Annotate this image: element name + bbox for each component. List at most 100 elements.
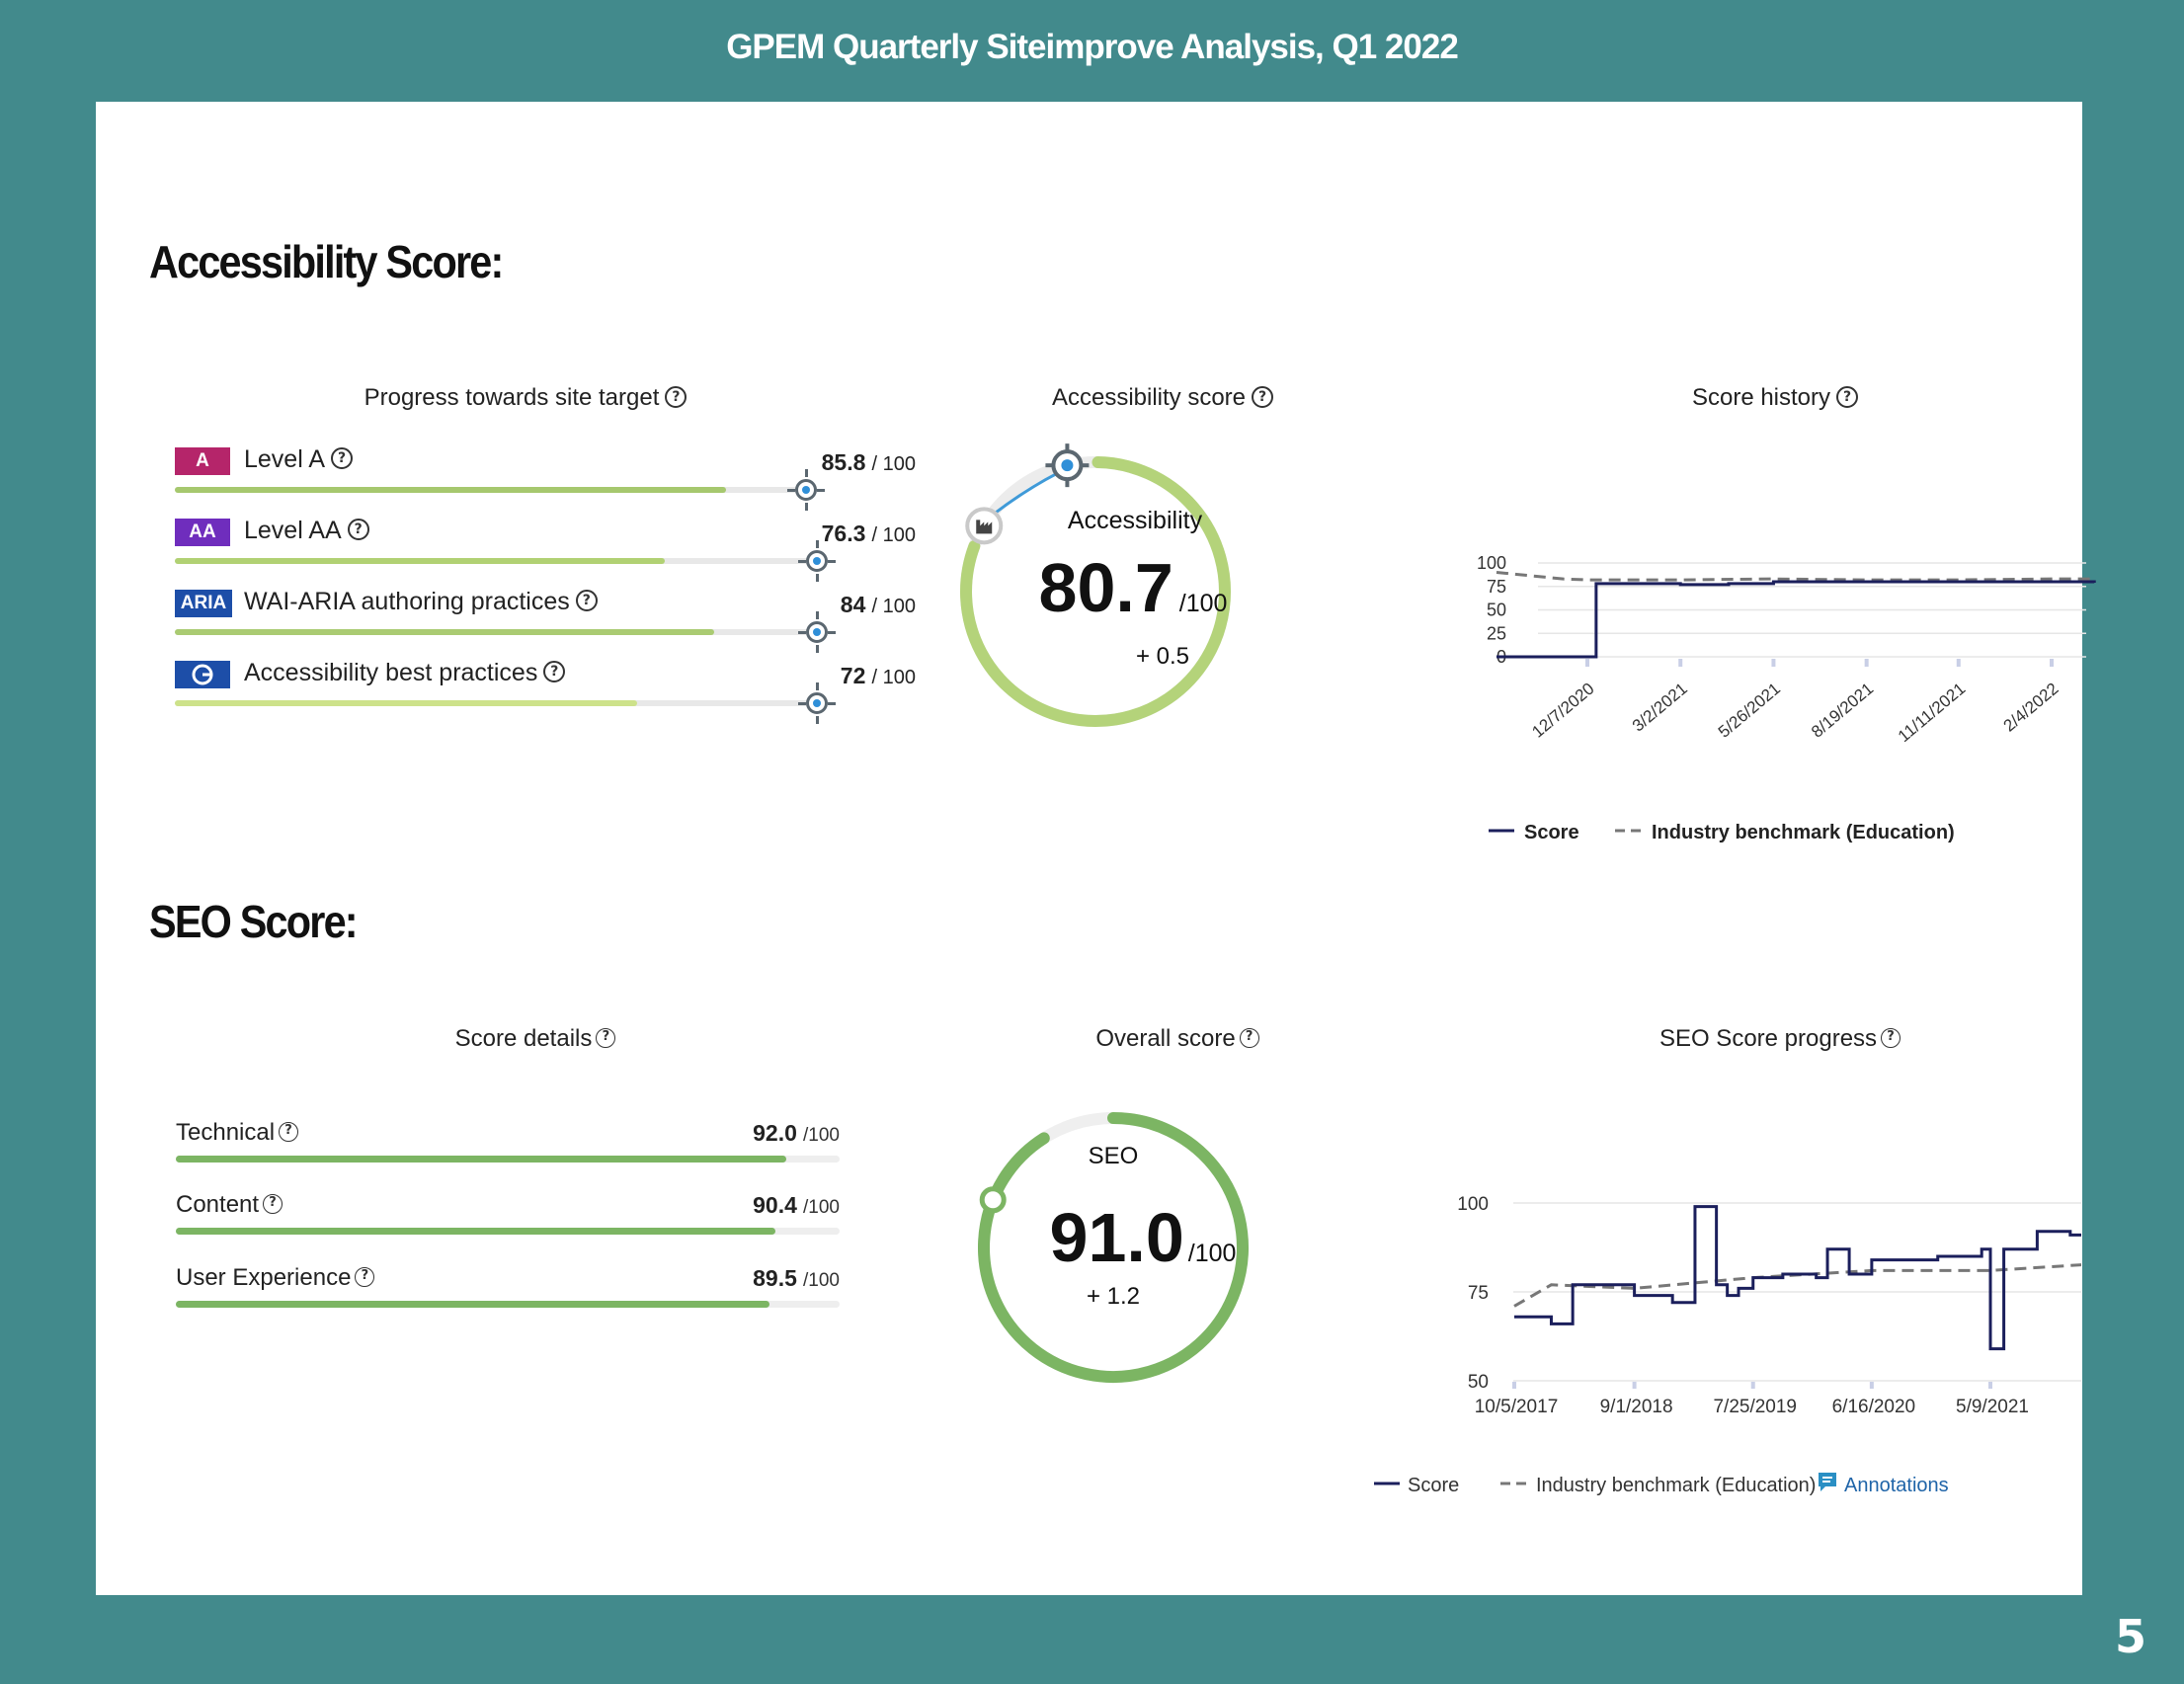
help-icon[interactable]: ? xyxy=(575,590,598,612)
progress-track xyxy=(175,700,817,706)
accessibility-section-title: Accessibility Score: xyxy=(149,236,504,287)
target-crosshair xyxy=(815,682,819,690)
y-tick-label: 75 xyxy=(1487,577,1506,597)
target-crosshair xyxy=(828,701,836,705)
seo-progress-legend: Score Industry benchmark (Education) Ann… xyxy=(1374,1473,1949,1496)
progress-label-text: Level A xyxy=(244,445,326,473)
score-line xyxy=(1496,580,2096,659)
x-tick-label: 2/4/2022 xyxy=(2000,680,2063,736)
help-icon[interactable]: ? xyxy=(279,1121,299,1142)
overall-score-title-text: Overall score xyxy=(1095,1025,1236,1052)
accessibility-score-value: 80.7 xyxy=(1038,549,1173,626)
progress-label: Accessibility best practices? xyxy=(244,659,566,687)
help-icon[interactable]: ? xyxy=(543,661,566,683)
help-icon[interactable]: ? xyxy=(263,1193,283,1214)
seo-progress-chart: 100 75 50 10/5/2017 9/1/2018 7/25/2019 6/16/2… xyxy=(1374,1194,2081,1496)
target-marker-icon xyxy=(1045,443,1090,488)
x-tick-label: 12/7/2020 xyxy=(1528,680,1597,742)
annotations-icon[interactable] xyxy=(1819,1473,1836,1491)
progress-score: 85.8 xyxy=(821,449,866,475)
help-icon[interactable]: ? xyxy=(1239,1027,1259,1048)
progress-label-text: Level AA xyxy=(244,517,342,544)
y-tick-label: 75 xyxy=(1468,1283,1489,1304)
x-tick-label: 5/9/2021 xyxy=(1956,1397,2029,1417)
y-tick-label: 25 xyxy=(1487,623,1506,643)
x-tick-label: 3/2/2021 xyxy=(1629,680,1691,736)
legend-score[interactable]: Score xyxy=(1524,822,1579,843)
target-marker-icon xyxy=(795,479,817,501)
help-icon[interactable]: ? xyxy=(1836,385,1859,408)
progress-score: 72 xyxy=(840,663,866,688)
seo-detail-score: 90.4 xyxy=(753,1192,797,1218)
progress-title-text: Progress towards site target xyxy=(364,384,660,411)
progress-out-of: / 100 xyxy=(871,667,916,688)
progress-out-of: / 100 xyxy=(871,524,916,546)
progress-label-text: Accessibility best practices xyxy=(244,659,538,686)
help-icon[interactable]: ? xyxy=(355,1266,375,1287)
x-tick-label: 10/5/2017 xyxy=(1475,1397,1559,1417)
target-crosshair xyxy=(798,701,806,705)
seo-detail-value: 92.0 /100 xyxy=(753,1120,840,1147)
target-marker-icon xyxy=(806,692,828,714)
x-tick-label: 6/16/2020 xyxy=(1832,1397,1916,1417)
seo-detail-score: 89.5 xyxy=(753,1265,797,1291)
help-icon[interactable]: ? xyxy=(665,385,688,408)
progress-label: WAI-ARIA authoring practices? xyxy=(244,588,598,616)
progress-card-title: Progress towards site target? xyxy=(224,384,827,412)
x-tick-label: 11/11/2021 xyxy=(1895,680,1969,747)
x-tick-label: 9/1/2018 xyxy=(1600,1397,1673,1417)
progress-out-of: / 100 xyxy=(871,453,916,475)
x-tick-label: 7/25/2019 xyxy=(1713,1397,1797,1417)
score-details-title-text: Score details xyxy=(454,1025,593,1052)
help-icon[interactable]: ? xyxy=(1881,1027,1901,1048)
seo-detail-label: User Experience? xyxy=(176,1264,375,1292)
seo-detail-out-of: /100 xyxy=(803,1125,840,1146)
progress-label-text: WAI-ARIA authoring practices xyxy=(244,588,570,615)
legend-benchmark[interactable]: Industry benchmark (Education) xyxy=(1652,822,1955,843)
score-history-title-text: Score history xyxy=(1691,384,1831,411)
seo-detail-track xyxy=(176,1156,840,1163)
accessibility-score-out-of: /100 xyxy=(1178,590,1228,617)
seo-detail-fill xyxy=(176,1156,787,1163)
target-marker-icon xyxy=(806,621,828,643)
overall-score-title: Overall score? xyxy=(985,1025,1370,1053)
siteimprove-logo-icon xyxy=(175,661,230,688)
progress-score: 76.3 xyxy=(821,521,866,546)
y-tick-label: 100 xyxy=(1457,1194,1489,1215)
score-line xyxy=(1514,1205,2081,1351)
accessibility-gauge-title-text: Accessibility score xyxy=(1051,384,1247,411)
progress-value: 72 / 100 xyxy=(619,663,916,689)
page-title: GPEM Quarterly Siteimprove Analysis, Q1 … xyxy=(726,28,1459,66)
progress-value: 85.8 / 100 xyxy=(619,449,916,476)
help-icon[interactable]: ? xyxy=(347,519,369,541)
seo-detail-label-text: Content xyxy=(176,1191,260,1218)
help-icon[interactable]: ? xyxy=(596,1027,616,1048)
legend-score[interactable]: Score xyxy=(1408,1475,1459,1496)
help-icon[interactable]: ? xyxy=(331,447,354,470)
seo-score-value: 91.0 xyxy=(1049,1199,1184,1276)
seo-detail-label: Content? xyxy=(176,1191,283,1219)
annotations-link[interactable]: Annotations xyxy=(1844,1475,1949,1496)
seo-score-change: + 1.2 xyxy=(1086,1283,1141,1310)
seo-gauge-label: SEO xyxy=(1088,1143,1139,1169)
help-icon[interactable]: ? xyxy=(1252,385,1274,408)
seo-detail-score: 92.0 xyxy=(753,1120,797,1146)
target-crosshair xyxy=(815,645,819,653)
progress-out-of: / 100 xyxy=(871,596,916,617)
progress-label: Level A? xyxy=(244,445,354,474)
y-tick-label: 100 xyxy=(1477,553,1506,573)
seo-detail-label-text: Technical xyxy=(176,1119,276,1146)
legend-benchmark[interactable]: Industry benchmark (Education) xyxy=(1536,1475,1816,1496)
accessibility-gauge-label: Accessibility xyxy=(1067,507,1203,534)
progress-fill xyxy=(175,487,726,493)
progress-score: 84 xyxy=(840,592,866,617)
seo-detail-fill xyxy=(176,1301,770,1308)
progress-fill xyxy=(175,700,637,706)
score-history-legend: Score Industry benchmark (Education) xyxy=(1489,822,1955,843)
level-badge: ARIA xyxy=(175,590,232,617)
progress-fill xyxy=(175,558,665,564)
seo-section-title: SEO Score: xyxy=(149,896,359,947)
y-tick-label: 50 xyxy=(1487,601,1506,620)
score-history-chart: 1007550250 12/7/2020 3/2/2021 5/26/2021 8/1… xyxy=(1477,553,2096,843)
progress-fill xyxy=(175,629,714,635)
